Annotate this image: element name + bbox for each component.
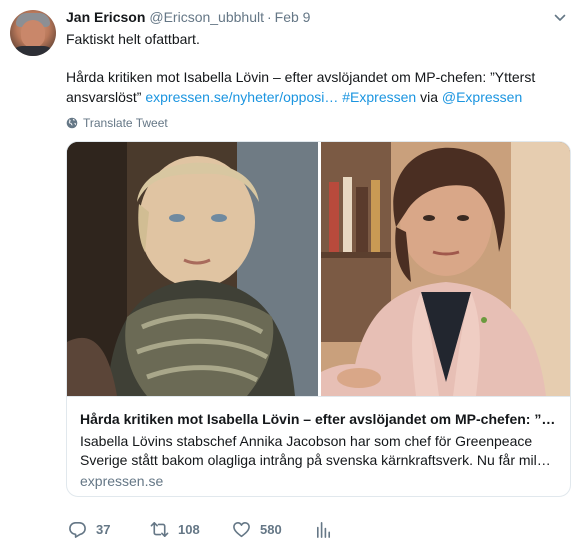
- hashtag-link[interactable]: #Expressen: [342, 89, 416, 105]
- reply-icon: [69, 521, 86, 538]
- globe-icon: [66, 117, 78, 129]
- via-text: via: [420, 89, 438, 105]
- avatar[interactable]: [10, 10, 56, 56]
- reply-button[interactable]: 37: [68, 520, 150, 539]
- card-photo-right: [321, 142, 570, 396]
- chevron-down-icon[interactable]: [554, 12, 566, 24]
- retweet-count: 108: [178, 521, 200, 537]
- analytics-icon: [316, 521, 331, 538]
- retweet-icon: [150, 521, 169, 537]
- avatar-shirt: [12, 46, 54, 56]
- tweet-text-line1: Faktiskt helt ofattbart.: [66, 31, 200, 47]
- tweet-text-body: Hårda kritiken mot Isabella Lövin – efte…: [66, 67, 566, 107]
- card-description: Isabella Lövins stabschef Annika Jacobso…: [80, 433, 551, 468]
- like-button[interactable]: 580: [232, 520, 314, 539]
- avatar-face: [21, 20, 45, 48]
- retweet-button[interactable]: 108: [150, 520, 232, 539]
- photo-woman-scarf: [67, 142, 318, 396]
- author-handle[interactable]: @Ericson_ubbhult: [149, 9, 264, 25]
- card-body[interactable]: Hårda kritiken mot Isabella Lövin – efte…: [67, 396, 570, 496]
- translate-tweet-button[interactable]: Translate Tweet: [66, 116, 168, 130]
- tweet-url-link[interactable]: expressen.se/nyheter/opposi…: [145, 89, 338, 105]
- reply-count: 37: [96, 521, 111, 537]
- mention-link[interactable]: @Expressen: [442, 89, 522, 105]
- card-photo-left: [67, 142, 318, 396]
- analytics-button[interactable]: [314, 520, 342, 539]
- card-domain: expressen.se: [80, 473, 164, 489]
- header-separator: ·: [267, 9, 272, 25]
- photo-woman-pink-jacket: [321, 142, 570, 396]
- translate-label: Translate Tweet: [83, 116, 168, 130]
- tweet-actions: 37 108 580: [68, 519, 342, 539]
- link-card[interactable]: Hårda kritiken mot Isabella Lövin – efte…: [66, 141, 571, 497]
- tweet[interactable]: Jan Ericson @Ericson_ubbhult · Feb 9 Faktis…: [0, 0, 578, 544]
- tweet-date[interactable]: Feb 9: [275, 9, 311, 25]
- card-image: [67, 142, 570, 396]
- like-count: 580: [260, 521, 282, 537]
- author-name[interactable]: Jan Ericson: [66, 9, 145, 25]
- card-title[interactable]: Hårda kritiken mot Isabella Lövin – efte…: [80, 410, 562, 429]
- heart-icon: [233, 521, 250, 537]
- tweet-header: Jan Ericson @Ericson_ubbhult · Feb 9: [66, 9, 310, 27]
